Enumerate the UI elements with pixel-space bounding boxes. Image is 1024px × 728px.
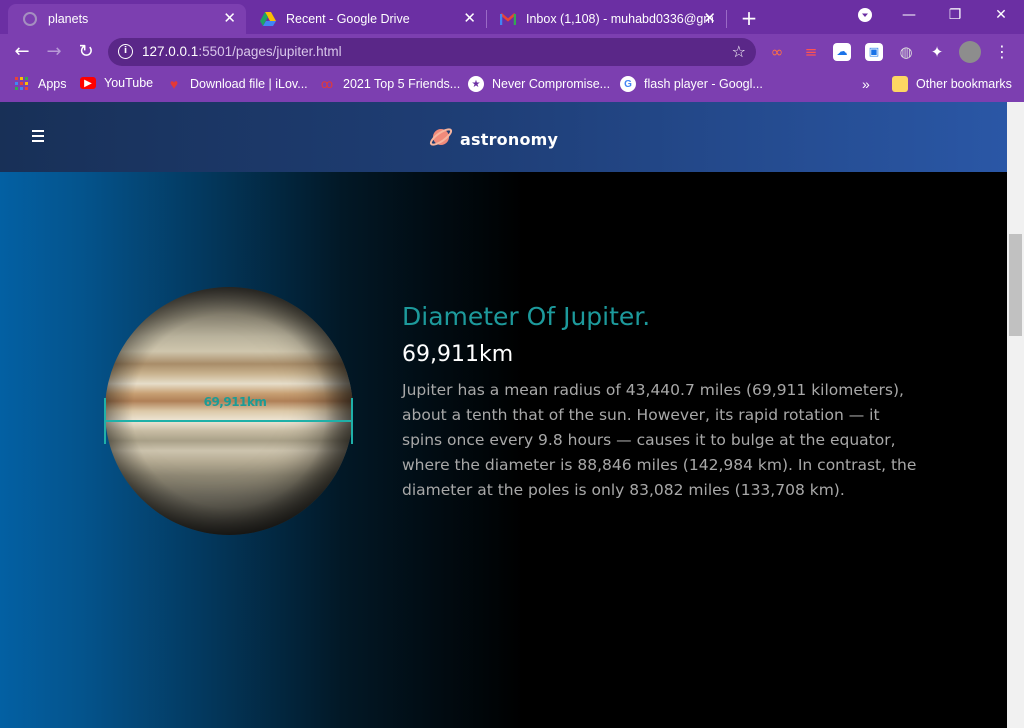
section-heading: Diameter Of Jupiter. [402,302,651,331]
diameter-line [105,420,353,422]
bookmark-label: 2021 Top 5 Friends... [343,77,461,91]
menu-kebab-icon[interactable]: ⋮ [993,43,1011,61]
planet-logo-icon [428,124,454,154]
tab-search-button[interactable] [850,4,880,26]
description-text: Jupiter has a mean radius of 43,440.7 mi… [402,381,917,499]
bookmark-flash-player[interactable]: G flash player - Googl... [620,76,763,92]
tab-google-drive[interactable]: Recent - Google Drive ✕ [246,4,486,34]
apps-grid-icon [14,76,30,92]
tab-planets[interactable]: planets ✕ [8,4,246,34]
close-tab-icon[interactable]: ✕ [223,11,236,27]
jupiter-image [105,287,353,535]
bookmark-other-bookmarks[interactable]: Other bookmarks [892,76,1012,92]
close-tab-icon[interactable]: ✕ [463,11,476,27]
bookmark-ilovepdf[interactable]: ♥ Download file | iLov... [166,76,308,92]
youtube-icon: ▶ [80,77,96,89]
diameter-value: 69,911km [402,342,514,367]
profile-avatar[interactable] [959,41,981,63]
globe-icon [22,11,38,27]
google-drive-icon [260,11,276,27]
browser-chrome: planets ✕ Recent - Google Drive ✕ Inbox … [0,0,1024,102]
bookmark-label: Never Compromise... [492,77,611,91]
cherry-icon: ꝏ [320,77,334,91]
tab-bar: planets ✕ Recent - Google Drive ✕ Inbox … [0,0,1024,34]
browser-toolbar: ← → ↻ i 127.0.0.1:5501/pages/jupiter.htm… [0,34,1024,70]
bookmark-label: flash player - Googl... [644,77,763,91]
scrollbar-thumb[interactable] [1009,234,1022,336]
diameter-label: 69,911km [203,395,267,409]
tab-separator [726,10,727,28]
more-bookmarks-chevron-icon[interactable]: » [862,76,870,92]
google-icon: G [620,76,636,92]
bookmark-label: Apps [38,77,67,91]
url-text[interactable]: 127.0.0.1:5501/pages/jupiter.html [142,44,342,59]
bookmark-apps[interactable]: Apps [14,76,67,92]
reload-icon[interactable]: ↻ [74,40,98,64]
bookmark-never-compromise[interactable]: ★ Never Compromise... [468,76,610,92]
bookmark-top-friends[interactable]: ꝏ 2021 Top 5 Friends... [319,76,460,92]
bookmark-label: Other bookmarks [916,77,1012,91]
extension-stack-icon[interactable]: ≡ [802,43,820,61]
minimize-button[interactable]: — [894,4,924,26]
badge-icon: ★ [468,76,484,92]
close-tab-icon[interactable]: ✕ [703,11,716,27]
logo-text: astronomy [460,129,559,149]
heart-icon: ♥ [169,76,179,92]
diameter-tick-right [351,398,353,444]
bookmark-star-icon[interactable]: ☆ [732,42,746,61]
gmail-icon [500,11,516,27]
page-viewport: astronomy 69,911km Diameter Of Jupiter. … [0,102,1007,728]
extension-screen-icon[interactable]: ▣ [865,43,883,61]
extension-infinity-icon[interactable]: ∞ [768,43,786,61]
bookmark-label: YouTube [104,76,154,90]
tab-gmail[interactable]: Inbox (1,108) - muhabd0336@gm ✕ [486,4,726,34]
site-info-icon[interactable]: i [118,44,133,59]
hamburger-menu-icon[interactable] [32,130,44,142]
address-bar[interactable]: i 127.0.0.1:5501/pages/jupiter.html ☆ [108,38,756,66]
page-scrollbar[interactable] [1007,102,1024,728]
forward-arrow-icon[interactable]: → [42,40,66,64]
back-arrow-icon[interactable]: ← [10,40,34,64]
extension-cloud-icon[interactable]: ☁ [833,43,851,61]
folder-icon [892,76,908,92]
new-tab-button[interactable]: + [738,6,760,30]
bookmark-youtube[interactable]: ▶ YouTube [80,76,153,90]
tab-title: Recent - Google Drive [286,12,410,26]
bookmarks-bar: Apps ▶ YouTube ♥ Download file | iLov...… [0,70,1024,102]
close-window-button[interactable]: ✕ [986,4,1016,26]
site-navbar: astronomy [0,102,1007,172]
tab-title: Inbox (1,108) - muhabd0336@gm [526,12,714,26]
site-logo[interactable]: astronomy [428,124,558,154]
tab-title: planets [48,12,89,26]
extension-globe-icon[interactable]: ◍ [897,43,915,61]
extensions-puzzle-icon[interactable]: ✦ [928,43,946,61]
bookmark-label: Download file | iLov... [190,77,308,91]
restore-button[interactable]: ❐ [940,4,970,26]
diameter-tick-left [104,398,106,444]
